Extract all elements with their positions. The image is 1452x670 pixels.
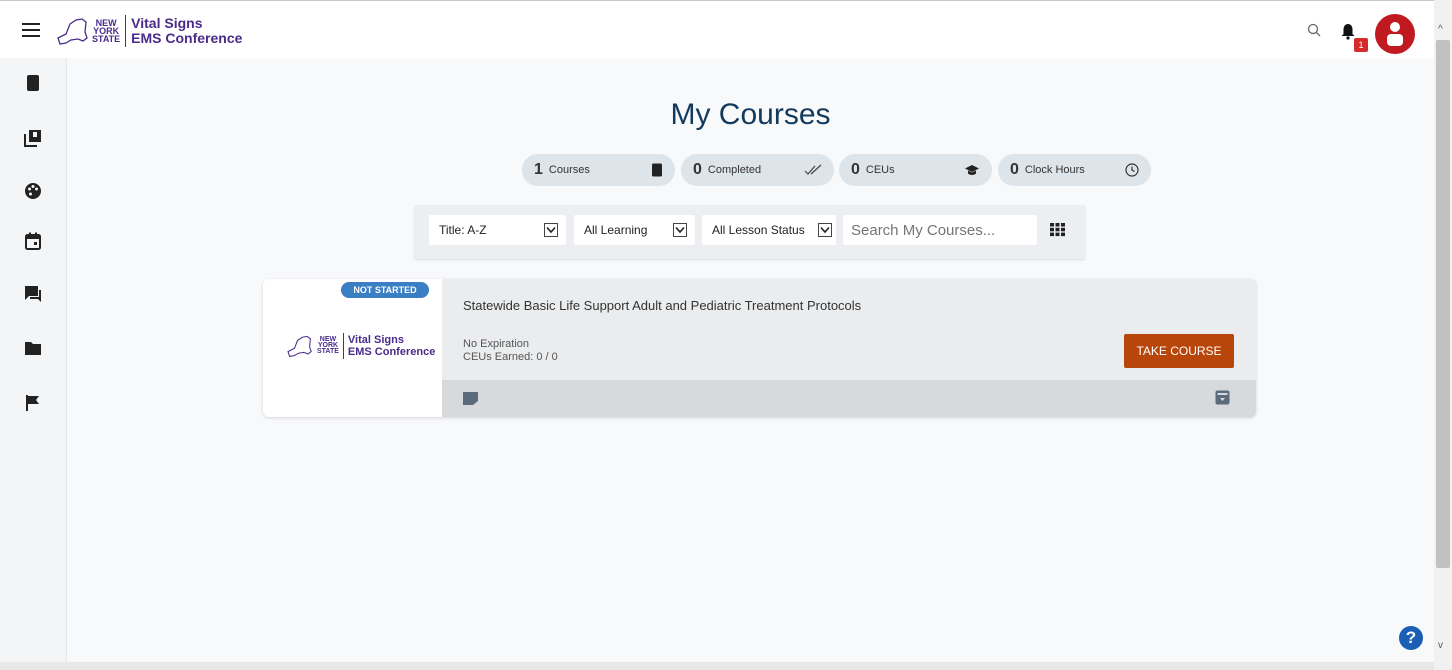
search-my-courses-input[interactable] — [843, 215, 1037, 245]
course-thumbnail[interactable]: NOT STARTED NEW YORK STATE Vital Signs EMS … — [263, 279, 442, 417]
chevron-down-icon — [673, 223, 687, 237]
chevron-down-icon — [818, 223, 832, 237]
course-logo: NEW YORK STATE Vital Signs EMS Conference — [285, 333, 435, 359]
stat-label: Clock Hours — [1024, 164, 1085, 176]
logo-divider — [342, 333, 344, 359]
new-york-state-map-icon — [287, 335, 312, 357]
graduation-cap-icon — [965, 165, 979, 175]
forum-icon[interactable] — [24, 285, 42, 303]
learning-type-select[interactable]: All Learning — [574, 215, 695, 245]
stat-completed: 0 Completed — [681, 154, 834, 186]
learning-select-value: All Learning — [584, 223, 648, 237]
note-icon[interactable] — [462, 391, 479, 406]
scroll-down-arrow-icon[interactable]: v — [1438, 640, 1443, 651]
user-avatar[interactable] — [1375, 14, 1415, 54]
archive-icon[interactable] — [1215, 390, 1230, 405]
clock-icon — [1125, 163, 1139, 177]
stat-courses: 1 Courses — [522, 154, 675, 186]
course-card[interactable]: NOT STARTED NEW YORK STATE Vital Signs EMS … — [263, 279, 1256, 417]
bottom-status-strip — [0, 662, 1434, 670]
course-ceus: CEUs Earned: 0 / 0 — [463, 351, 558, 363]
calendar-icon[interactable] — [24, 232, 42, 250]
page-scrollbar[interactable]: ^ v — [1434, 0, 1452, 670]
sort-select-value: Title: A-Z — [439, 223, 487, 237]
lesson-status-select[interactable]: All Lesson Status — [702, 215, 836, 245]
conference-name: Vital Signs EMS Conference — [131, 15, 243, 46]
stat-label: Completed — [707, 164, 762, 176]
palette-icon[interactable] — [24, 182, 42, 200]
folder-icon[interactable] — [24, 339, 42, 357]
sort-select[interactable]: Title: A-Z — [429, 215, 566, 245]
notification-count-badge: 1 — [1354, 38, 1368, 52]
stat-value: 0 — [1010, 161, 1019, 178]
stat-clock-hours: 0 Clock Hours — [998, 154, 1151, 186]
stat-label: CEUs — [865, 164, 895, 176]
library-icon[interactable] — [24, 129, 42, 147]
status-badge: NOT STARTED — [341, 282, 429, 298]
sidebar — [0, 58, 67, 670]
nys-wordmark: NEW YORK STATE — [317, 336, 339, 355]
stat-value: 0 — [851, 161, 860, 178]
scroll-up-arrow-icon[interactable]: ^ — [1438, 24, 1443, 35]
book-icon — [652, 163, 662, 177]
page-title: My Courses — [670, 98, 831, 131]
stat-label: Courses — [548, 164, 590, 176]
course-card-footer — [442, 380, 1256, 417]
lesson-status-select-value: All Lesson Status — [712, 223, 805, 237]
logo-divider — [125, 15, 127, 47]
top-bar: NEW YORK STATE Vital Signs EMS Conference 1 — [0, 0, 1434, 58]
take-course-button[interactable]: TAKE COURSE — [1124, 334, 1234, 368]
menu-icon[interactable] — [22, 23, 40, 37]
scrollbar-thumb[interactable] — [1436, 40, 1450, 568]
new-york-state-map-icon — [57, 18, 88, 45]
flag-icon[interactable] — [24, 394, 42, 412]
site-logo[interactable]: NEW YORK STATE Vital Signs EMS Conference — [56, 14, 242, 48]
user-icon — [1387, 22, 1403, 46]
grid-view-icon[interactable] — [1050, 222, 1065, 237]
stat-value: 1 — [534, 161, 543, 178]
course-meta: No Expiration CEUs Earned: 0 / 0 — [463, 338, 558, 364]
double-check-icon — [804, 164, 822, 175]
bell-icon[interactable] — [1341, 23, 1355, 40]
stat-ceus: 0 CEUs — [839, 154, 992, 186]
search-icon[interactable] — [1307, 23, 1321, 37]
help-button[interactable]: ? — [1399, 626, 1423, 650]
main-content: My Courses 1 Courses 0 Completed 0 CEUs … — [67, 58, 1434, 662]
course-expiration: No Expiration — [463, 338, 530, 350]
book-icon[interactable] — [24, 74, 42, 92]
nys-wordmark: NEW YORK STATE — [92, 18, 121, 44]
course-filter-bar: Title: A-Z All Learning All Lesson Statu… — [414, 205, 1085, 259]
conference-name: Vital Signs EMS Conference — [347, 334, 436, 358]
stat-value: 0 — [693, 161, 702, 178]
course-title[interactable]: Statewide Basic Life Support Adult and P… — [463, 298, 861, 313]
chevron-down-icon — [544, 223, 558, 237]
